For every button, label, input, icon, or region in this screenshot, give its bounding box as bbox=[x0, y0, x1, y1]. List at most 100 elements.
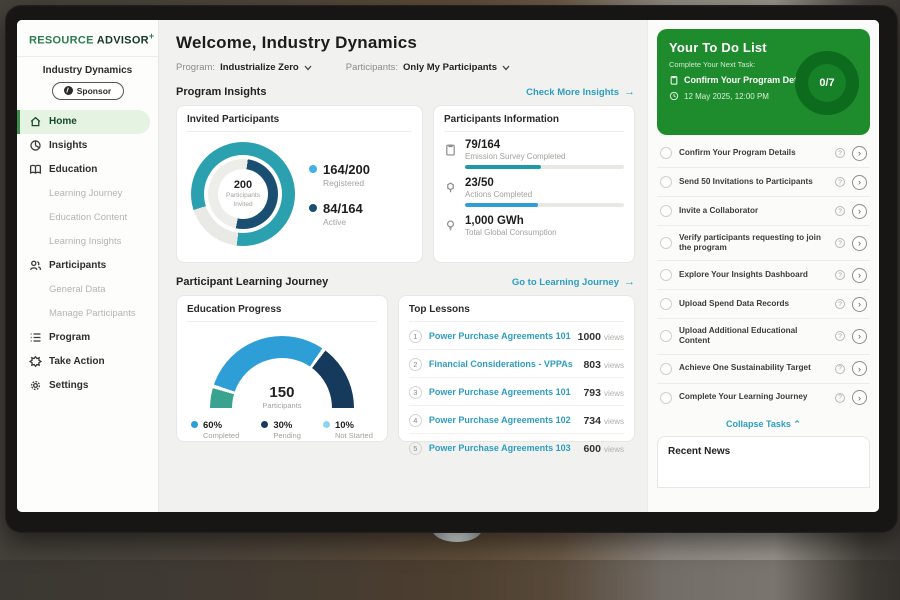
task-checkbox[interactable] bbox=[660, 330, 672, 342]
page-title: Welcome, Industry Dynamics bbox=[176, 33, 635, 53]
todo-progress-ring: 0/7 bbox=[795, 51, 859, 115]
lesson-link[interactable]: Power Purchase Agreements 101 bbox=[429, 331, 571, 341]
chevron-right-icon[interactable]: › bbox=[852, 204, 867, 219]
todo-next-task-label: Confirm Your Program Details bbox=[684, 75, 812, 85]
brand-secondary: ADVISOR bbox=[97, 35, 149, 47]
progress-fill bbox=[465, 203, 538, 207]
card-title: Invited Participants bbox=[187, 114, 412, 132]
sidebar-item-label: Participants bbox=[49, 260, 106, 271]
info-icon[interactable]: ? bbox=[835, 393, 845, 403]
participants-information-card: Participants Information 79/164 Emission… bbox=[433, 105, 635, 263]
task-checkbox[interactable] bbox=[660, 176, 672, 188]
chevron-right-icon[interactable]: › bbox=[852, 268, 867, 283]
sidebar-item-education[interactable]: Education bbox=[17, 158, 158, 182]
info-icon[interactable]: ? bbox=[835, 238, 845, 248]
gauge-center: 150 Participants bbox=[210, 384, 354, 410]
lesson-link[interactable]: Power Purchase Agreements 101 bbox=[429, 387, 577, 397]
legend-not-started: 10% Not Started bbox=[323, 420, 373, 440]
lesson-link[interactable]: Power Purchase Agreements 103 bbox=[429, 443, 577, 453]
sidebar-item-label: Insights bbox=[49, 140, 87, 151]
task-row-upload-educational-content[interactable]: Upload Additional Educational Content ? … bbox=[657, 319, 870, 354]
lesson-rank: 1 bbox=[409, 330, 422, 343]
stat-label: Emission Survey Completed bbox=[465, 152, 624, 161]
info-icon[interactable]: ? bbox=[835, 270, 845, 280]
book-icon bbox=[29, 163, 42, 176]
task-row-confirm-program[interactable]: Confirm Your Program Details ? › bbox=[657, 139, 870, 168]
section-title: Participant Learning Journey bbox=[176, 276, 328, 288]
sidebar-item-learning-insights[interactable]: Learning Insights bbox=[17, 230, 158, 254]
todo-summary-card[interactable]: Your To Do List Complete Your Next Task:… bbox=[657, 29, 870, 135]
lesson-rank: 3 bbox=[409, 386, 422, 399]
task-row-invite-collaborator[interactable]: Invite a Collaborator ? › bbox=[657, 197, 870, 226]
invited-participants-donut-chart: 200 Participants Invited bbox=[191, 142, 295, 246]
task-row-send-invitations[interactable]: Send 50 Invitations to Participants ? › bbox=[657, 168, 870, 197]
sidebar-item-insights[interactable]: Insights bbox=[17, 134, 158, 158]
participants-filter[interactable]: Participants: Only My Participants bbox=[346, 62, 510, 73]
card-title: Top Lessons bbox=[409, 304, 624, 322]
info-icon[interactable]: ? bbox=[835, 206, 845, 216]
task-checkbox[interactable] bbox=[660, 269, 672, 281]
clipboard-icon bbox=[669, 75, 679, 85]
task-row-achieve-target[interactable]: Achieve One Sustainability Target ? › bbox=[657, 355, 870, 384]
task-row-explore-insights[interactable]: Explore Your Insights Dashboard ? › bbox=[657, 261, 870, 290]
sidebar-item-home[interactable]: Home bbox=[17, 110, 150, 134]
sidebar-item-take-action[interactable]: Take Action bbox=[17, 350, 158, 374]
chevron-right-icon[interactable]: › bbox=[852, 146, 867, 161]
chevron-right-icon[interactable]: › bbox=[852, 236, 867, 251]
sidebar-item-general-data[interactable]: General Data bbox=[17, 278, 158, 302]
lesson-link[interactable]: Power Purchase Agreements 102 bbox=[429, 415, 577, 425]
recent-news-card: Recent News bbox=[657, 436, 870, 488]
info-icon[interactable]: ? bbox=[835, 331, 845, 341]
sidebar-item-learning-journey[interactable]: Learning Journey bbox=[17, 182, 158, 206]
info-icon[interactable]: ? bbox=[835, 148, 845, 158]
check-more-insights-link[interactable]: Check More Insights → bbox=[526, 87, 635, 98]
bulb-icon bbox=[444, 219, 457, 232]
chevron-right-icon[interactable]: › bbox=[852, 175, 867, 190]
chevron-right-icon[interactable]: › bbox=[852, 361, 867, 376]
sidebar-item-label: Manage Participants bbox=[49, 308, 136, 319]
task-checkbox[interactable] bbox=[660, 298, 672, 310]
task-list: Confirm Your Program Details ? › Send 50… bbox=[657, 139, 870, 412]
sidebar-item-participants[interactable]: Participants bbox=[17, 254, 158, 278]
task-label: Invite a Collaborator bbox=[679, 206, 828, 217]
sidebar-item-settings[interactable]: Settings bbox=[17, 374, 158, 398]
donut-center-label: Participants Invited bbox=[221, 192, 265, 208]
lesson-rank: 4 bbox=[409, 414, 422, 427]
chevron-right-icon[interactable]: › bbox=[852, 297, 867, 312]
go-to-learning-journey-link[interactable]: Go to Learning Journey → bbox=[512, 277, 635, 288]
views-suffix: views bbox=[604, 417, 624, 426]
task-row-complete-learning-journey[interactable]: Complete Your Learning Journey ? › bbox=[657, 384, 870, 412]
lesson-link[interactable]: Financial Considerations - VPPAs bbox=[429, 359, 577, 369]
task-checkbox[interactable] bbox=[660, 237, 672, 249]
sponsor-badge[interactable]: Sponsor bbox=[52, 82, 124, 100]
link-label: Go to Learning Journey bbox=[512, 277, 619, 288]
task-checkbox[interactable] bbox=[660, 205, 672, 217]
list-icon bbox=[29, 331, 42, 344]
sidebar-item-education-content[interactable]: Education Content bbox=[17, 206, 158, 230]
info-icon[interactable]: ? bbox=[835, 364, 845, 374]
program-filter[interactable]: Program: Industrialize Zero bbox=[176, 62, 312, 73]
stat-label: Total Global Consumption bbox=[465, 228, 624, 237]
lesson-rank: 2 bbox=[409, 358, 422, 371]
lesson-row: 3 Power Purchase Agreements 101 793views bbox=[409, 378, 624, 406]
actions-completed-stat: 23/50 Actions Completed bbox=[444, 177, 624, 207]
chevron-right-icon[interactable]: › bbox=[852, 390, 867, 405]
gauge-center-value: 150 bbox=[210, 384, 354, 401]
collapse-tasks-link[interactable]: Collapse Tasks ⌃ bbox=[657, 412, 870, 436]
chevron-right-icon[interactable]: › bbox=[852, 329, 867, 344]
task-checkbox[interactable] bbox=[660, 147, 672, 159]
task-label: Achieve One Sustainability Target bbox=[679, 363, 828, 374]
legend-value: 84/164 bbox=[323, 201, 363, 216]
task-checkbox[interactable] bbox=[660, 363, 672, 375]
home-icon bbox=[29, 115, 42, 128]
sidebar-item-program[interactable]: Program bbox=[17, 326, 158, 350]
task-row-upload-spend-data[interactable]: Upload Spend Data Records ? › bbox=[657, 290, 870, 319]
info-icon[interactable]: ? bbox=[835, 177, 845, 187]
task-checkbox[interactable] bbox=[660, 392, 672, 404]
education-progress-gauge-chart: 150 Participants bbox=[210, 336, 354, 408]
task-row-verify-participants[interactable]: Verify participants requesting to join t… bbox=[657, 226, 870, 261]
learning-journey-header: Participant Learning Journey Go to Learn… bbox=[176, 276, 635, 288]
info-icon[interactable]: ? bbox=[835, 299, 845, 309]
lesson-views: 803 bbox=[583, 359, 601, 371]
sidebar-item-manage-participants[interactable]: Manage Participants bbox=[17, 302, 158, 326]
